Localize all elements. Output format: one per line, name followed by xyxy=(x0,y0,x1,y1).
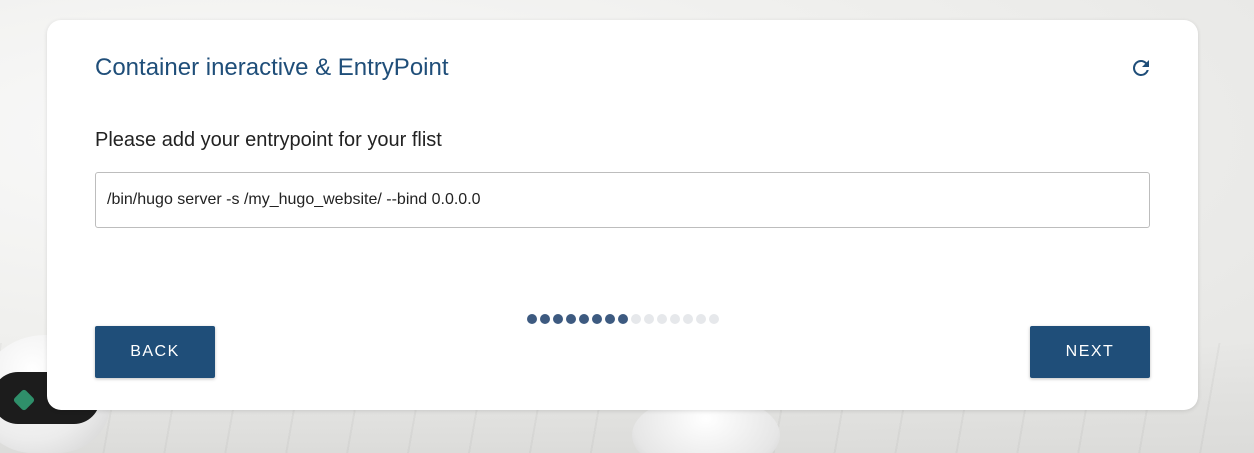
step-dot-complete xyxy=(566,314,576,324)
step-dot-pending xyxy=(696,314,706,324)
step-dot-pending xyxy=(631,314,641,324)
step-dot-complete xyxy=(540,314,550,324)
step-dot-complete xyxy=(618,314,628,324)
step-dot-pending xyxy=(644,314,654,324)
step-dot-pending xyxy=(670,314,680,324)
step-dot-complete xyxy=(553,314,563,324)
next-button[interactable]: NEXT xyxy=(1030,326,1150,378)
progress-stepper xyxy=(527,314,719,324)
step-dot-pending xyxy=(657,314,667,324)
step-dot-pending xyxy=(709,314,719,324)
wizard-card: Container ineractive & EntryPoint Please… xyxy=(47,20,1198,410)
card-title: Container ineractive & EntryPoint xyxy=(95,54,449,81)
step-dot-complete xyxy=(527,314,537,324)
step-dot-complete xyxy=(592,314,602,324)
entrypoint-prompt: Please add your entrypoint for your flis… xyxy=(95,129,442,151)
step-dot-pending xyxy=(683,314,693,324)
refresh-icon[interactable] xyxy=(1129,56,1153,80)
step-dot-complete xyxy=(579,314,589,324)
back-button[interactable]: BACK xyxy=(95,326,215,378)
entrypoint-input[interactable] xyxy=(95,172,1150,228)
step-dot-complete xyxy=(605,314,615,324)
